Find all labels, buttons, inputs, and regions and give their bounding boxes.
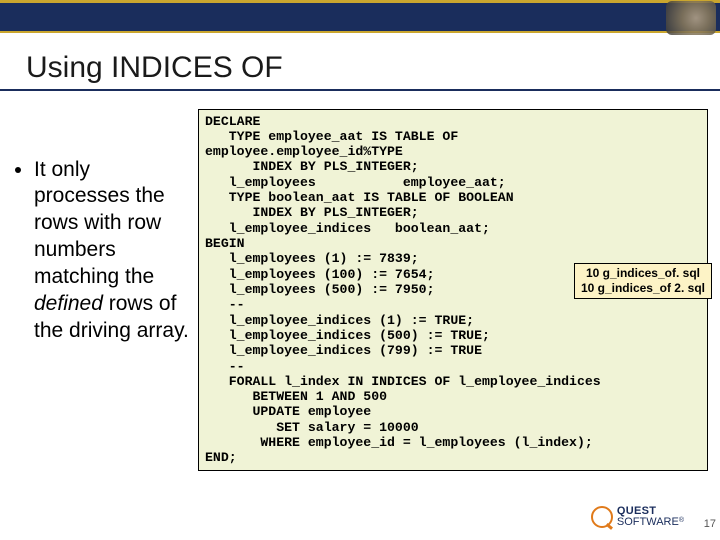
bullet-text-pre: It only processes the rows with row numb…	[34, 158, 165, 289]
callout-box: 10 g_indices_of. sql 10 g_indices_of 2. …	[574, 263, 712, 299]
header-band	[0, 0, 720, 33]
page-number: 17	[704, 518, 716, 530]
page-title: Using INDICES OF	[26, 51, 720, 85]
quest-q-icon	[591, 506, 613, 528]
content-area: It only processes the rows with row numb…	[0, 91, 720, 471]
brand-software: SOFTWARE	[617, 516, 679, 528]
header-eye-graphic	[666, 1, 716, 35]
callout-line2: 10 g_indices_of 2. sql	[581, 281, 705, 296]
bullet-text-em: defined	[34, 292, 103, 315]
quest-brand-text: QUEST SOFTWARE®	[617, 506, 684, 528]
callout-line1: 10 g_indices_of. sql	[581, 266, 705, 281]
registered-icon: ®	[679, 517, 684, 524]
code-column: DECLARE TYPE employee_aat IS TABLE OF em…	[198, 109, 708, 471]
bullet-item: It only processes the rows with row numb…	[34, 157, 190, 345]
quest-logo: QUEST SOFTWARE®	[591, 506, 684, 528]
bullet-column: It only processes the rows with row numb…	[12, 109, 190, 471]
